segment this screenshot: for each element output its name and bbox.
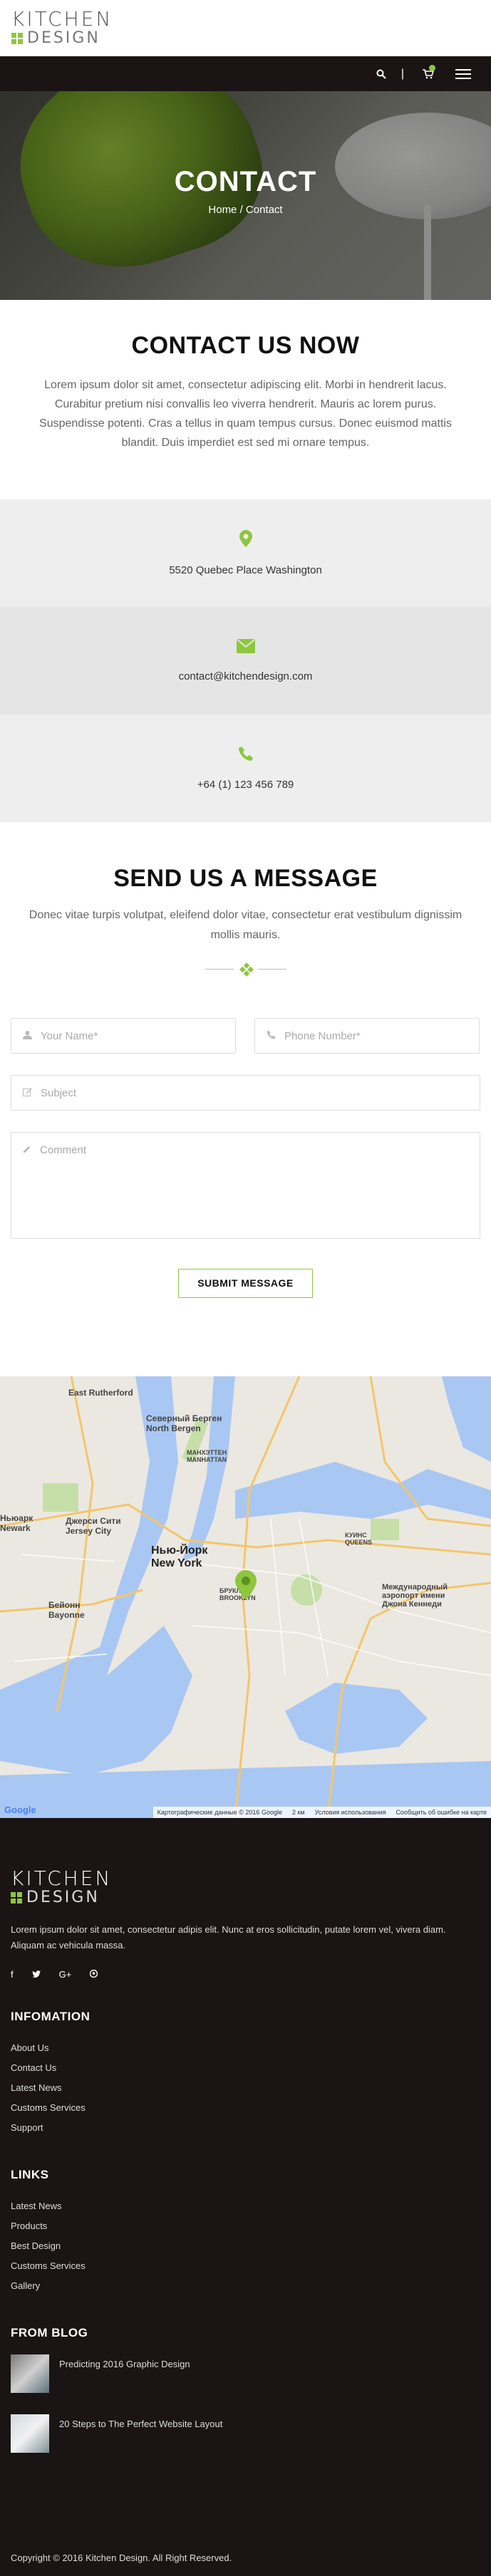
pinterest-icon[interactable]: [90, 1969, 98, 1980]
footer-logo-mark-icon: [11, 1892, 22, 1904]
phone-text: +64 (1) 123 456 789: [197, 779, 294, 791]
map-label-north-bergen: Северный Берген North Bergen: [146, 1413, 222, 1433]
footer-link-best-design[interactable]: Best Design: [11, 2236, 480, 2256]
site-footer: KITCHEN DESIGN Lorem ipsum dolor sit ame…: [0, 1818, 491, 2576]
links-heading: LINKS: [11, 2168, 49, 2181]
nav-separator: |: [400, 67, 405, 80]
phone-icon: [238, 746, 254, 764]
contact-form: Your Name* Phone Number* Subject Comment…: [11, 1018, 480, 1298]
comment-textarea[interactable]: Comment: [11, 1132, 480, 1239]
social-links: f G+: [11, 1969, 480, 1980]
footer-link-about[interactable]: About Us: [11, 2038, 480, 2058]
divider-line-left: [205, 968, 234, 970]
phone-input[interactable]: Phone Number*: [254, 1018, 480, 1054]
blog-post-title[interactable]: Predicting 2016 Graphic Design: [59, 2354, 190, 2369]
map-marker-icon: [239, 530, 252, 550]
contact-intro-title: CONTACT US NOW: [131, 332, 360, 359]
diamond-icon: [239, 962, 254, 977]
map-label-rutherford: East Rutherford: [68, 1388, 133, 1398]
footer-logo-line2: DESIGN: [11, 1889, 480, 1906]
hamburger-icon[interactable]: [450, 56, 476, 91]
phone-block: +64 (1) 123 456 789: [0, 715, 491, 822]
email-block: contact@kitchendesign.com: [0, 607, 491, 715]
facebook-icon[interactable]: f: [11, 1969, 14, 1980]
page-hero: CONTACT Home / Contact: [0, 91, 491, 300]
info-links: About Us Contact Us Latest News Customs …: [11, 2038, 480, 2138]
name-placeholder: Your Name*: [41, 1029, 98, 1042]
submit-button[interactable]: SUBMIT MESSAGE: [178, 1269, 313, 1298]
top-bar: KITCHEN DESIGN: [0, 0, 491, 56]
footer-link-support[interactable]: Support: [11, 2118, 480, 2138]
blog-post-title[interactable]: 20 Steps to The Perfect Website Layout: [59, 2414, 222, 2429]
map-label-manhattan: МАНХЭТТЕН MANHATTAN: [187, 1449, 227, 1463]
phone-field-icon: [267, 1030, 276, 1042]
section-divider: [11, 962, 480, 977]
message-title: SEND US A MESSAGE: [113, 865, 378, 892]
message-section: SEND US A MESSAGE Donec vitae turpis vol…: [0, 822, 491, 1298]
map-label-jersey-city: Джерси Сити Jersey City: [66, 1516, 121, 1536]
map-label-bayonne: Бейонн Bayonne: [48, 1600, 85, 1620]
footer-link-customs[interactable]: Customs Services: [11, 2256, 480, 2276]
footer-logo-line1: KITCHEN: [11, 1866, 113, 1890]
map-terms-link[interactable]: Условия использования: [315, 1809, 386, 1816]
map-label-queens: КУИНС QUEENS: [345, 1532, 373, 1546]
logo-line1: KITCHEN: [11, 7, 113, 31]
phone-placeholder: Phone Number*: [284, 1029, 361, 1042]
footer-link-news[interactable]: Latest News: [11, 2078, 480, 2098]
map-label-jfk: Международный аэропорт имени Джона Кенне…: [382, 1583, 448, 1609]
cart-badge: [429, 65, 435, 71]
logo-line2: DESIGN: [11, 30, 480, 47]
footer-link-contact[interactable]: Contact Us: [11, 2058, 480, 2078]
blog-post[interactable]: 20 Steps to The Perfect Website Layout: [11, 2414, 480, 2453]
map-label-new-york: Нью-Йорк New York: [151, 1544, 208, 1569]
divider-line-right: [257, 968, 286, 970]
footer-link-products[interactable]: Products: [11, 2216, 480, 2236]
subject-placeholder: Subject: [41, 1086, 77, 1099]
footer-link-latest-news[interactable]: Latest News: [11, 2196, 480, 2216]
location-map[interactable]: East Rutherford Северный Берген North Be…: [0, 1376, 491, 1818]
envelope-icon: [236, 639, 255, 656]
pencil-icon: [23, 1144, 31, 1156]
edit-icon: [23, 1087, 32, 1099]
main-navbar: |: [0, 56, 491, 91]
breadcrumb[interactable]: Home / Contact: [0, 204, 491, 216]
blog-post[interactable]: Predicting 2016 Graphic Design: [11, 2354, 480, 2393]
address-text: 5520 Quebec Place Washington: [169, 564, 322, 576]
footer-about-text: Lorem ipsum dolor sit amet, consectetur …: [11, 1924, 446, 1951]
footer-link-gallery[interactable]: Gallery: [11, 2276, 480, 2296]
site-logo[interactable]: KITCHEN DESIGN: [11, 9, 480, 47]
map-label-newark: Ньюарк Newark: [0, 1513, 33, 1533]
map-report-link[interactable]: Сообщить об ошибке на карте: [396, 1809, 487, 1816]
logo-line2-text: DESIGN: [27, 29, 100, 47]
name-input[interactable]: Your Name*: [11, 1018, 236, 1054]
map-scale: 2 км: [291, 1809, 305, 1816]
map-data-credit: Картографические данные © 2016 Google: [157, 1809, 282, 1816]
user-icon: [23, 1030, 32, 1042]
subject-input[interactable]: Subject: [11, 1075, 480, 1111]
cart-icon[interactable]: [418, 56, 439, 91]
page-title: CONTACT: [174, 166, 317, 197]
google-plus-icon[interactable]: G+: [59, 1969, 72, 1980]
comment-placeholder: Comment: [40, 1144, 87, 1156]
quick-links: Latest News Products Best Design Customs…: [11, 2196, 480, 2296]
footer-logo-line2-text: DESIGN: [26, 1889, 100, 1906]
message-text: Donec vitae turpis volutpat, eleifend do…: [29, 909, 462, 941]
blog-post-thumbnail[interactable]: [11, 2414, 49, 2453]
logo-mark-icon: [11, 33, 23, 44]
info-heading: INFOMATION: [11, 2010, 91, 2023]
contact-intro: CONTACT US NOW Lorem ipsum dolor sit ame…: [0, 300, 491, 499]
blog-heading: FROM BLOG: [11, 2326, 88, 2339]
blog-post-thumbnail[interactable]: [11, 2354, 49, 2393]
contact-intro-text: Lorem ipsum dolor sit amet, consectetur …: [39, 379, 452, 449]
search-icon[interactable]: [371, 56, 392, 91]
map-attribution: Картографические данные © 2016 Google 2 …: [153, 1807, 491, 1818]
email-link[interactable]: contact@kitchendesign.com: [179, 670, 313, 682]
address-block: 5520 Quebec Place Washington: [0, 499, 491, 607]
twitter-icon[interactable]: [31, 1969, 41, 1980]
footer-link-services[interactable]: Customs Services: [11, 2098, 480, 2118]
footer-logo[interactable]: KITCHEN DESIGN: [11, 1868, 480, 1906]
google-logo[interactable]: Google: [4, 1804, 36, 1815]
